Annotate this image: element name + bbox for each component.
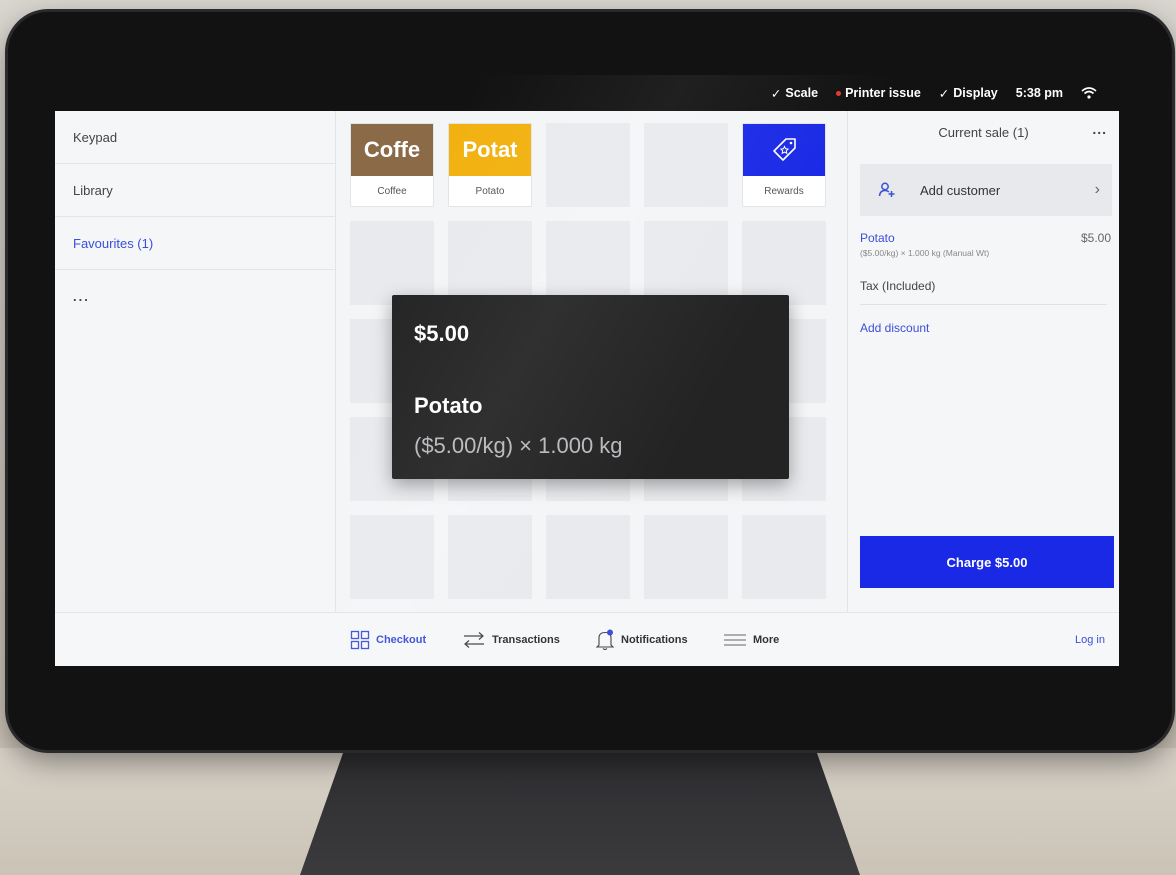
add-customer-button[interactable]: Add customer › (860, 164, 1112, 216)
item-tile-coffee[interactable]: Coffe Coffee (350, 123, 434, 207)
line-item-name: Potato (860, 231, 895, 245)
add-person-icon (878, 182, 895, 197)
checkout-app: Keypad Library Favourites (1) ... Coffe … (55, 111, 1119, 666)
nav-item-more[interactable]: ... (55, 270, 335, 323)
tag-star-icon (773, 138, 796, 161)
tax-row: Tax (Included) (860, 279, 1107, 305)
time-label: 5:38 pm (1015, 86, 1063, 100)
sale-menu-button[interactable]: ... (1092, 121, 1107, 137)
check-icon: ✓ (938, 86, 950, 101)
toast-item-detail: ($5.00/kg) × 1.000 kg (414, 433, 623, 458)
status-bar: ✓ Scale Printer issue ✓ Display 5:38 pm (55, 75, 1119, 111)
empty-tile[interactable] (350, 515, 434, 599)
empty-tile[interactable] (546, 515, 630, 599)
check-icon: ✓ (770, 86, 782, 101)
nav-label: Library (73, 182, 113, 198)
nav-label: Favourites (1) (73, 235, 154, 251)
chevron-right-icon: › (1094, 181, 1100, 198)
display-status[interactable]: ✓ Display (939, 86, 998, 101)
menu-icon (724, 634, 746, 646)
nav-label: Keypad (73, 129, 118, 145)
empty-tile[interactable] (742, 221, 826, 305)
empty-tile[interactable] (350, 221, 434, 305)
empty-tile[interactable] (644, 221, 728, 305)
empty-tile[interactable] (448, 221, 532, 305)
printer-label: Printer issue (845, 86, 921, 100)
scale-status[interactable]: ✓ Scale (771, 86, 818, 101)
empty-tile[interactable] (644, 515, 728, 599)
item-tile-rewards[interactable]: Rewards (742, 123, 826, 207)
add-customer-label: Add customer (920, 182, 1001, 198)
sale-line-item[interactable]: Potato $5.00 ($5.00/kg) × 1.000 kg (Manu… (860, 231, 1111, 258)
tab-more[interactable]: More (723, 613, 779, 666)
tile-label: Coffee (377, 185, 407, 197)
pos-screen: ✓ Scale Printer issue ✓ Display 5:38 pm … (55, 75, 1119, 666)
line-item-price: $5.00 (1080, 231, 1111, 245)
swap-arrows-icon (464, 632, 484, 648)
scale-label: Scale (785, 86, 819, 100)
current-sale-panel: Current sale (1) ... Add customer › Pota… (847, 111, 1119, 612)
tile-abbrev: Potat (449, 124, 531, 176)
bottom-nav: Checkout Transactions Notifications More… (55, 612, 1119, 666)
wifi-status (1081, 87, 1097, 99)
toast-price: $5.00 (414, 321, 470, 346)
empty-tile[interactable] (546, 221, 630, 305)
item-tile-potato[interactable]: Potat Potato (448, 123, 532, 207)
tile-abbrev: Coffe (351, 124, 433, 176)
nav-item-favourites[interactable]: Favourites (1) (55, 217, 335, 270)
line-item-detail: ($5.00/kg) × 1.000 kg (Manual Wt) (860, 248, 990, 258)
category-nav: Keypad Library Favourites (1) ... (55, 111, 336, 612)
bell-icon (595, 629, 615, 651)
nav-item-library[interactable]: Library (55, 164, 335, 217)
sale-title: Current sale (1) (938, 125, 1029, 140)
tax-label: Tax (Included) (860, 279, 936, 293)
tab-label: Transactions (492, 634, 560, 646)
grid-icon (350, 630, 370, 650)
warning-dot-icon (836, 90, 842, 96)
tab-notifications[interactable]: Notifications (595, 613, 688, 666)
display-label: Display (953, 86, 998, 100)
add-discount-link[interactable]: Add discount (860, 321, 929, 335)
tab-label: Notifications (621, 634, 688, 646)
tab-transactions[interactable]: Transactions (462, 613, 560, 666)
empty-tile[interactable] (742, 515, 826, 599)
tab-label: More (753, 634, 780, 646)
toast-item-name: Potato (414, 393, 483, 418)
login-link[interactable]: Log in (1075, 613, 1105, 666)
nav-item-keypad[interactable]: Keypad (55, 111, 335, 164)
printer-status[interactable]: Printer issue (836, 86, 921, 100)
tab-label: Checkout (376, 634, 427, 646)
nav-label: ... (73, 289, 90, 304)
clock: 5:38 pm (1016, 86, 1063, 100)
tile-label: Potato (475, 185, 505, 197)
empty-tile[interactable] (448, 515, 532, 599)
device-stand (300, 748, 860, 875)
empty-tile[interactable] (644, 123, 728, 207)
wifi-icon (1081, 87, 1097, 99)
tile-label: Rewards (764, 185, 804, 197)
rewards-tile-top (743, 124, 825, 176)
empty-tile[interactable] (546, 123, 630, 207)
charge-button[interactable]: Charge $5.00 (860, 536, 1114, 588)
tab-checkout[interactable]: Checkout (350, 613, 426, 666)
item-added-toast: $5.00 Potato ($5.00/kg) × 1.000 kg (392, 295, 789, 479)
